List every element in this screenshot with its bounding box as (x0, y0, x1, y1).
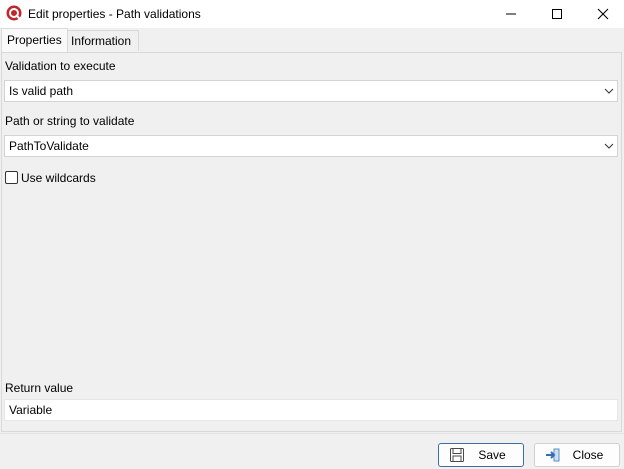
return-value-text: Variable (9, 403, 53, 417)
maximize-button[interactable] (534, 0, 580, 28)
path-select-value: PathToValidate (9, 139, 89, 153)
footer-divider (0, 433, 624, 434)
maximize-icon (552, 9, 562, 19)
validation-select[interactable]: Is valid path (4, 80, 618, 102)
save-icon (450, 448, 464, 462)
window-title: Edit properties - Path validations (28, 7, 201, 21)
window-close-button[interactable] (580, 0, 624, 28)
validation-label: Validation to execute (5, 59, 116, 73)
chevron-down-icon (604, 143, 614, 149)
save-button-label: Save (478, 448, 506, 462)
use-wildcards-label: Use wildcards (21, 171, 96, 185)
path-label: Path or string to validate (5, 114, 135, 128)
save-button[interactable]: Save (438, 443, 524, 467)
minimize-button[interactable] (488, 0, 534, 28)
app-logo-icon (6, 5, 22, 21)
return-value-label: Return value (5, 381, 74, 395)
close-button[interactable]: Close (534, 443, 620, 467)
use-wildcards-checkbox[interactable] (5, 171, 18, 184)
close-button-label: Close (572, 448, 604, 462)
properties-panel (1, 52, 622, 432)
tab-information[interactable]: Information (65, 30, 139, 51)
return-value-input[interactable]: Variable (4, 399, 618, 421)
close-icon (597, 8, 609, 20)
exit-icon (546, 448, 560, 462)
chevron-down-icon (604, 88, 614, 94)
tab-properties[interactable]: Properties (1, 28, 68, 52)
tab-strip: Properties Information (0, 28, 624, 52)
minimize-icon (506, 13, 516, 15)
path-select[interactable]: PathToValidate (4, 135, 618, 157)
title-bar: Edit properties - Path validations (0, 0, 624, 28)
validation-select-value: Is valid path (9, 84, 74, 98)
